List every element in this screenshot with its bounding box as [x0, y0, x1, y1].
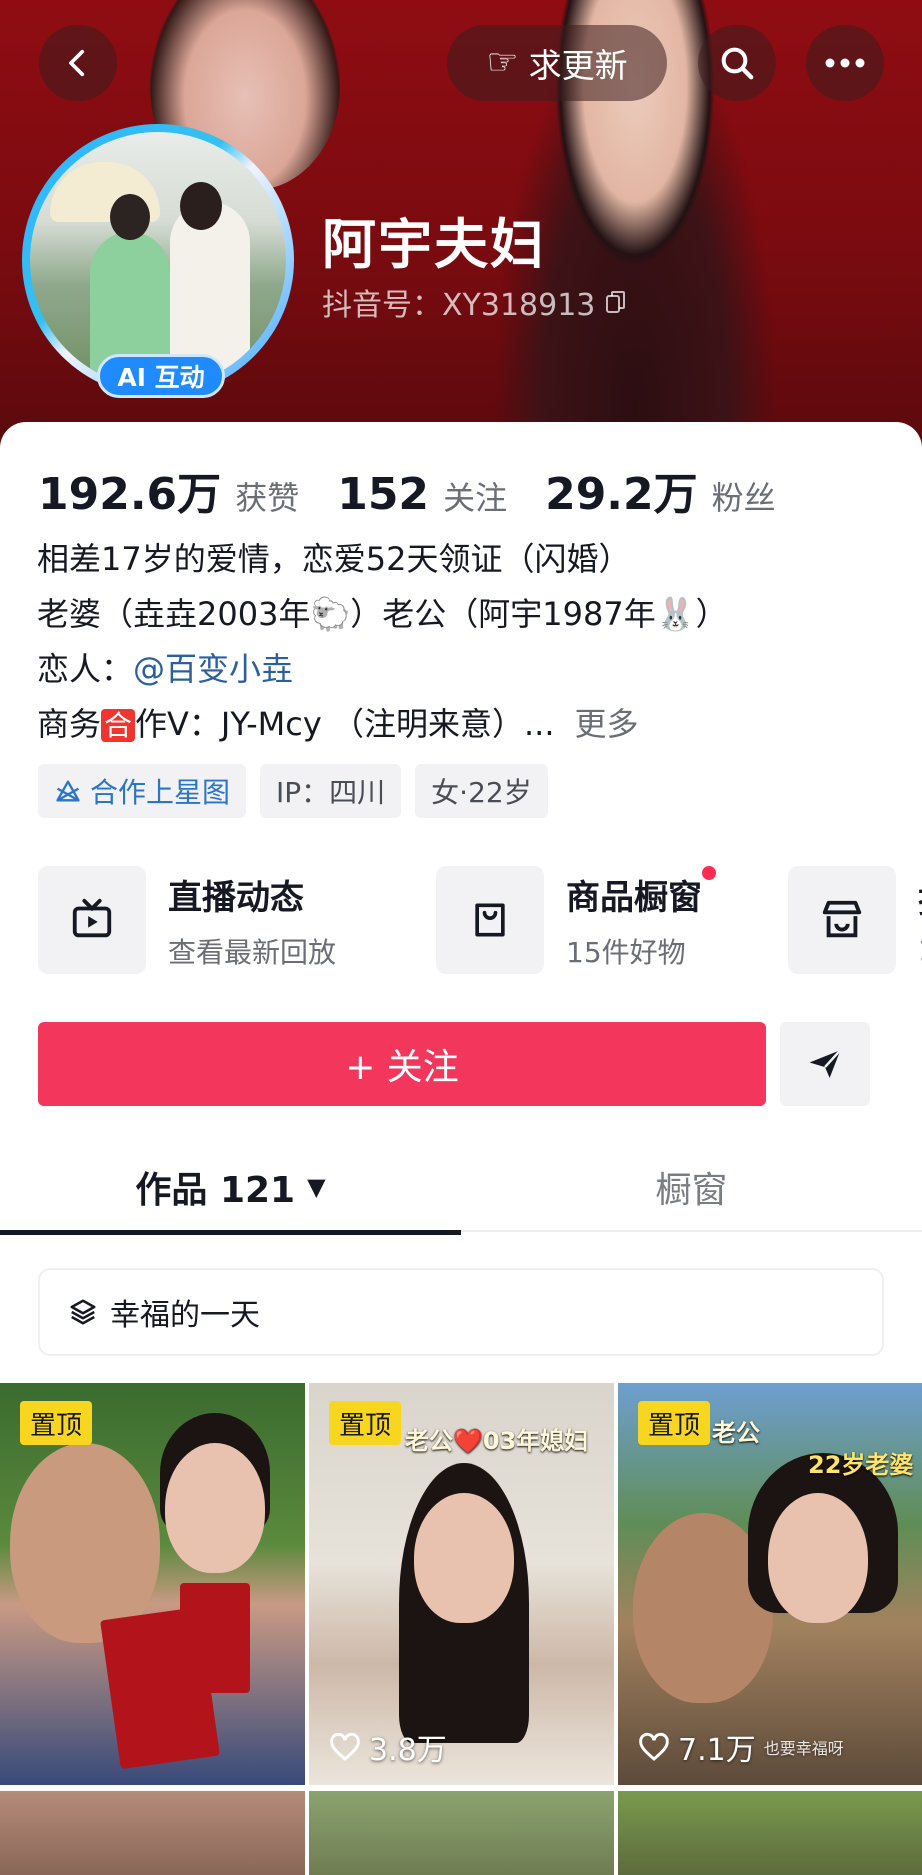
- cooperation-emoji-badge: 合: [101, 709, 136, 742]
- pinned-badge: 置顶: [638, 1401, 711, 1445]
- tv-icon: [38, 866, 146, 974]
- bio-line-4: 商务 合作V：JY-Mcy （注明来意）... 更多: [37, 697, 728, 753]
- business-text-b: 作V：JY-Mcy （注明来意）...: [135, 705, 555, 743]
- xingtu-cooperation-tag[interactable]: 合作上星图: [38, 764, 247, 818]
- bio-line-3: 恋人：@百变小垚: [37, 642, 728, 697]
- search-button[interactable]: [698, 25, 776, 101]
- likes-count[interactable]: 192.6万: [38, 458, 221, 522]
- send-icon: [809, 1049, 842, 1078]
- live-updates-title: 直播动态: [168, 877, 304, 918]
- video-thumbnail[interactable]: 置顶: [0, 1383, 305, 1785]
- video-thumbnail[interactable]: [309, 1791, 614, 1875]
- product-showcase-subtitle: 15件好物: [566, 935, 686, 969]
- bio-line-1: 相差17岁的爱情，恋爱52天领证（闪婚）: [37, 540, 631, 578]
- bio-more-link[interactable]: 更多: [575, 705, 639, 743]
- partner-mention-link[interactable]: @百变小垚: [133, 650, 293, 688]
- following-count[interactable]: 152: [337, 469, 429, 520]
- followers-count[interactable]: 29.2万: [545, 458, 698, 522]
- video-thumbnail[interactable]: [618, 1791, 922, 1875]
- caret-down-icon: ▼: [307, 1173, 326, 1201]
- video-likes: 7.1万 也要幸福呀: [638, 1725, 844, 1769]
- new-indicator-dot: [702, 866, 716, 880]
- douyin-id[interactable]: 抖音号：XY318913: [322, 280, 627, 324]
- more-dots-icon: [825, 58, 865, 68]
- profile-stats: 192.6万 获赞 152 关注 29.2万 粉丝: [38, 458, 814, 522]
- profile-bio: 相差17岁的爱情，恋爱52天领证（闪婚） 老婆（垚垚2003年🐑）老公（阿宇19…: [37, 532, 728, 753]
- video-overlay-text: 老公❤️03年媳妇: [405, 1427, 589, 1455]
- star-map-icon: [56, 780, 80, 802]
- active-tab-indicator: [0, 1230, 461, 1235]
- douyin-id-text: 抖音号：XY318913: [322, 288, 596, 323]
- more-options-button[interactable]: [806, 25, 884, 101]
- live-updates-entry[interactable]: 直播动态 查看最新回放: [38, 866, 336, 974]
- video-likes-count: 7.1万: [678, 1733, 756, 1768]
- profile-header: ☞ 求更新 AI 互动 阿宇夫妇 抖音号：XY318913: [0, 0, 922, 450]
- chevron-left-icon: [69, 49, 85, 77]
- bio-line-2: 老婆（垚垚2003年🐑）老公（阿宇1987年🐰）: [37, 595, 728, 633]
- video-caption: 也要幸福呀: [763, 1739, 844, 1758]
- store-entry[interactable]: 探 1: [788, 866, 922, 974]
- following-label: 关注: [443, 479, 508, 517]
- collection-entry[interactable]: 幸福的一天: [38, 1268, 884, 1356]
- tab-works[interactable]: 作品 121 ▼: [0, 1144, 461, 1230]
- video-thumbnail[interactable]: 老公 22岁老婆 置顶 7.1万 也要幸福呀: [618, 1383, 922, 1785]
- store-icon: [788, 866, 896, 974]
- follow-button[interactable]: + 关注: [38, 1022, 766, 1106]
- back-button[interactable]: [39, 25, 117, 101]
- collection-label: 幸福的一天: [110, 1298, 260, 1333]
- product-showcase-entry[interactable]: 商品橱窗 15件好物: [436, 866, 716, 974]
- profile-nickname: 阿宇夫妇: [322, 213, 546, 276]
- video-thumbnail[interactable]: 老公❤️03年媳妇 置顶 3.8万: [309, 1383, 614, 1785]
- store-title: 探: [918, 873, 922, 922]
- shopping-bag-icon: [436, 866, 544, 974]
- pinned-badge: 置顶: [329, 1401, 402, 1445]
- business-text-a: 商务: [37, 705, 102, 743]
- heart-icon: [639, 1732, 669, 1761]
- xingtu-tag-label: 合作上星图: [90, 776, 231, 809]
- copy-icon[interactable]: [605, 290, 627, 314]
- partner-label: 恋人：: [37, 650, 134, 688]
- store-subtitle: 1: [918, 934, 922, 967]
- profile-tags: 合作上星图 IP：四川 女·22岁: [38, 764, 548, 818]
- pinned-badge: 置顶: [20, 1401, 93, 1445]
- video-thumbnail[interactable]: [0, 1791, 305, 1875]
- gender-age-tag: 女·22岁: [415, 764, 548, 818]
- likes-label: 获赞: [235, 479, 300, 517]
- avatar-photo: [30, 132, 286, 388]
- tab-works-label: 作品 121: [135, 1170, 296, 1211]
- layers-icon: [70, 1299, 96, 1325]
- video-overlay-text-2: 22岁老婆: [808, 1451, 914, 1479]
- ai-interaction-badge[interactable]: AI 互动: [97, 354, 225, 398]
- product-showcase-title: 商品橱窗: [566, 866, 716, 919]
- request-update-button[interactable]: ☞ 求更新: [447, 25, 667, 101]
- followers-label: 粉丝: [711, 479, 776, 517]
- live-updates-subtitle: 查看最新回放: [168, 935, 337, 969]
- pointing-hand-icon: ☞: [486, 42, 519, 83]
- product-showcase-title-text: 商品橱窗: [566, 877, 702, 918]
- video-grid: 置顶 老公❤️03年媳妇 置顶 3.8万 老公 22岁老婆 置顶 7.1万 也要…: [0, 1383, 922, 1875]
- service-entries: 直播动态 查看最新回放 商品橱窗 15件好物: [38, 866, 922, 976]
- heart-icon: [330, 1732, 360, 1761]
- ip-location-tag: IP：四川: [260, 764, 402, 818]
- request-update-label: 求更新: [528, 46, 628, 85]
- content-tabs: 作品 121 ▼ 橱窗: [0, 1144, 922, 1232]
- video-overlay-text: 老公: [712, 1419, 760, 1447]
- video-likes: 3.8万: [329, 1725, 447, 1769]
- tab-showcase[interactable]: 橱窗: [461, 1144, 922, 1230]
- search-icon: [721, 47, 754, 80]
- message-button[interactable]: [780, 1022, 870, 1106]
- video-likes-count: 3.8万: [369, 1733, 447, 1768]
